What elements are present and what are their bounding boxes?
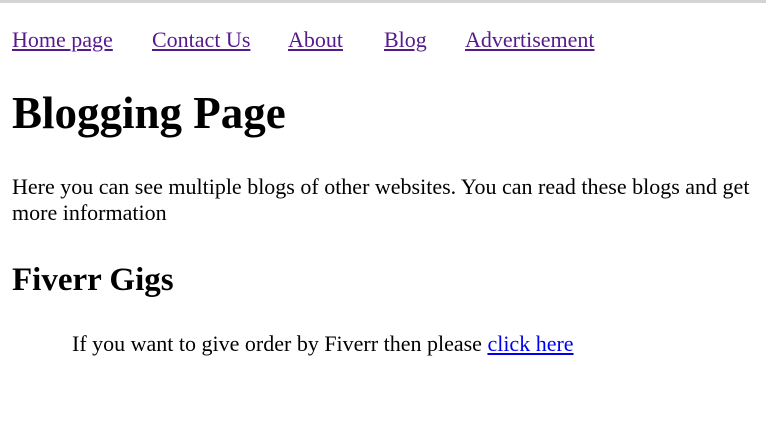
nav-link-blog[interactable]: Blog <box>384 27 427 53</box>
fiverr-click-here-link[interactable]: click here <box>487 331 573 356</box>
nav-link-contact-us[interactable]: Contact Us <box>152 27 250 53</box>
nav-link-advertisement[interactable]: Advertisement <box>465 27 595 53</box>
fiverr-paragraph: If you want to give order by Fiverr then… <box>72 331 574 357</box>
page-content: Home page Contact Us About Blog Advertis… <box>12 3 752 356</box>
fiverr-heading: Fiverr Gigs <box>12 262 174 298</box>
intro-paragraph: Here you can see multiple blogs of other… <box>12 174 750 225</box>
page-title: Blogging Page <box>12 88 286 138</box>
nav-link-about[interactable]: About <box>288 27 343 53</box>
top-nav: Home page Contact Us About Blog Advertis… <box>12 27 752 53</box>
nav-link-home[interactable]: Home page <box>12 27 113 53</box>
fiverr-text: If you want to give order by Fiverr then… <box>72 331 488 356</box>
